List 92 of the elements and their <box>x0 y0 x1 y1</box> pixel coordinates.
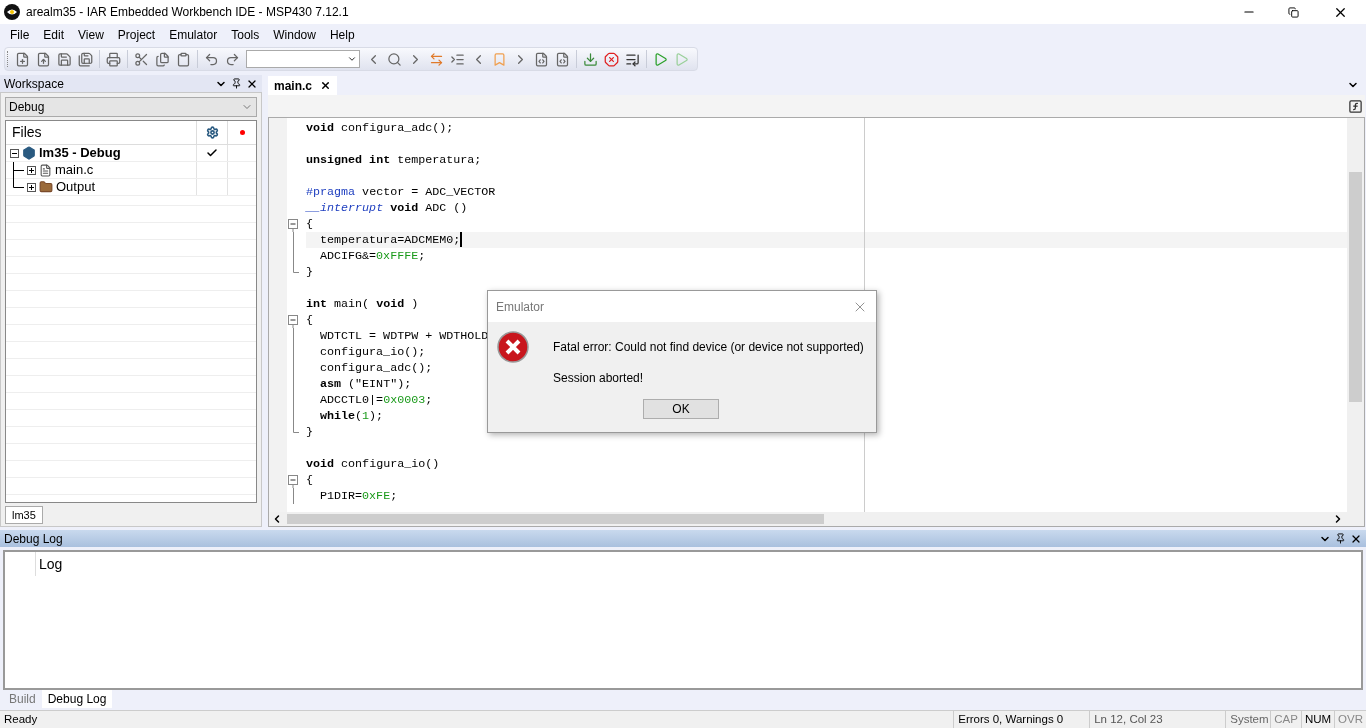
text-cursor <box>460 232 463 247</box>
code-line: { <box>306 312 313 328</box>
expander-icon[interactable] <box>10 148 19 158</box>
list-icon[interactable] <box>625 51 640 67</box>
save-icon[interactable] <box>57 51 72 67</box>
caret-icon <box>347 54 357 64</box>
panel-title: Debug Log <box>4 530 64 548</box>
document-left-icon[interactable] <box>534 51 549 67</box>
vertical-scrollbar[interactable] <box>1347 118 1364 512</box>
fold-toggle-icon[interactable] <box>287 216 299 232</box>
panel-tab[interactable]: Debug Log <box>41 690 113 708</box>
swap-arrows-icon[interactable] <box>429 51 444 67</box>
file-icon <box>39 163 52 177</box>
code-line: unsigned int temperatura; <box>306 152 482 168</box>
ok-button[interactable]: OK <box>643 399 719 419</box>
code-line: } <box>306 424 313 440</box>
cube-icon <box>22 146 36 160</box>
code-line: ADCCTL0|=0x0003; <box>319 392 433 408</box>
save-all-icon[interactable] <box>78 51 93 67</box>
status-text: Ln 12, Col 23 <box>1089 710 1226 728</box>
expander-icon[interactable] <box>27 182 36 192</box>
code-line: configura_adc(); <box>319 360 433 376</box>
undo-icon[interactable] <box>204 51 219 67</box>
column-header: Files <box>11 123 43 142</box>
tree-item[interactable]: lm35 - Debug <box>39 143 121 163</box>
code-line: asm ("EINT"); <box>319 376 412 392</box>
print-icon[interactable] <box>106 51 121 67</box>
code-line: } <box>306 264 313 280</box>
code-line: P1DIR=0xFE; <box>319 488 398 504</box>
code-line: void configura_adc(); <box>306 120 454 136</box>
menu-item[interactable]: Edit <box>36 26 72 44</box>
code-line: { <box>306 216 313 232</box>
pin-icon[interactable] <box>231 78 242 89</box>
panel-title: Workspace <box>4 75 65 93</box>
column-header: Log <box>35 552 1361 576</box>
code-line: ADCIFG&=0xFFFE; <box>319 248 426 264</box>
pin-icon[interactable] <box>1335 533 1346 544</box>
code-line: #pragma vector = ADC_VECTOR <box>306 184 496 200</box>
open-file-icon[interactable] <box>36 51 51 67</box>
fold-toggle-icon[interactable] <box>287 472 299 488</box>
tree-item[interactable]: Output <box>56 177 96 197</box>
status-indicator: OVR <box>1334 710 1366 728</box>
code-line: __interrupt void ADC () <box>306 200 468 216</box>
menu-item[interactable]: View <box>71 26 111 44</box>
code-line: configura_io(); <box>319 344 426 360</box>
status-text: Errors 0, Warnings 0 <box>953 710 1090 728</box>
folder-icon <box>39 180 53 194</box>
editor-tab[interactable]: main.c <box>268 76 337 95</box>
status-text: System <box>1225 710 1271 728</box>
fold-toggle-icon[interactable] <box>287 312 299 328</box>
stop-icon[interactable] <box>604 51 619 67</box>
menu-item[interactable]: File <box>3 26 37 44</box>
dialog-title: Emulator <box>496 298 546 316</box>
code-line: WDTCTL = WDTPW + WDTHOLD <box>319 328 489 344</box>
gear-icon[interactable] <box>205 126 219 139</box>
play-icon[interactable] <box>653 51 668 67</box>
cut-icon[interactable] <box>134 51 149 67</box>
error-icon <box>497 331 529 363</box>
code-line: { <box>306 472 313 488</box>
error-message: Fatal error: Could not find device (or device not supported) <box>553 339 864 356</box>
document-right-icon[interactable] <box>555 51 570 67</box>
restore-icon[interactable] <box>1288 6 1299 18</box>
error-detail: Session aborted! <box>553 370 645 387</box>
app-logo-icon <box>4 4 20 20</box>
code-line: int main( void ) <box>306 296 419 312</box>
status-indicator: CAP <box>1270 710 1301 728</box>
menu-item[interactable]: Window <box>266 26 323 44</box>
status-text: Ready <box>3 711 39 727</box>
code-line: void configura_io() <box>306 456 440 472</box>
menu-item[interactable]: Tools <box>224 26 267 44</box>
menu-item[interactable]: Emulator <box>162 26 225 44</box>
tree-item[interactable]: main.c <box>55 160 94 180</box>
menu-item[interactable]: Project <box>110 26 163 44</box>
indent-list-icon[interactable] <box>450 51 465 67</box>
configuration-dropdown[interactable]: Debug <box>5 97 257 117</box>
code-line: while(1); <box>319 408 384 424</box>
paste-icon[interactable] <box>176 51 191 67</box>
download-icon[interactable] <box>583 51 598 67</box>
panel-tab[interactable]: lm35 <box>5 506 43 524</box>
code-line: temperatura=ADCMEM0; <box>319 232 463 248</box>
horizontal-scrollbar[interactable] <box>269 512 1364 526</box>
window-title: arealm35 - IAR Embedded Workbench IDE - MSP430 7.12.1 <box>26 4 350 21</box>
function-list-icon[interactable] <box>1348 98 1363 114</box>
search-icon[interactable] <box>387 51 402 67</box>
copy-icon[interactable] <box>155 51 170 67</box>
fold-line-icon <box>292 488 294 504</box>
expander-icon[interactable] <box>27 165 36 175</box>
menu-item[interactable]: Help <box>322 26 362 44</box>
redo-icon[interactable] <box>225 51 240 67</box>
status-indicator: NUM <box>1300 710 1335 728</box>
close-icon[interactable] <box>320 80 331 91</box>
new-file-icon[interactable] <box>15 51 30 67</box>
